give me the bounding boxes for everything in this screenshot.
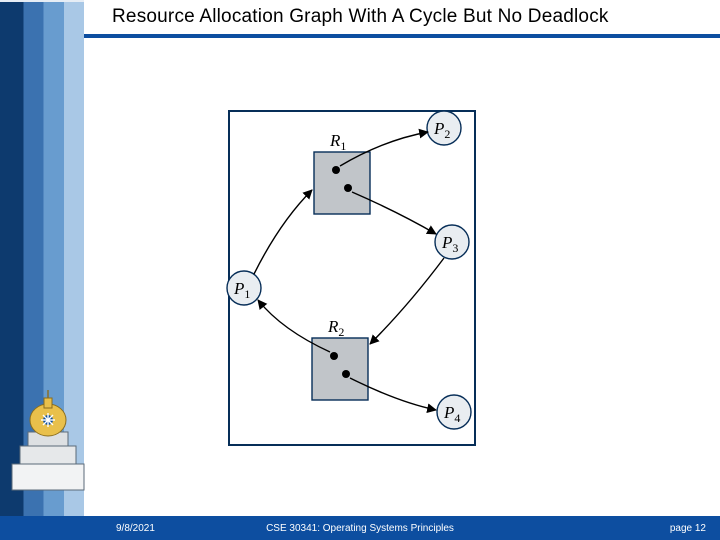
label-P4-sub: 4	[454, 411, 460, 425]
process-P2: P2	[427, 111, 461, 145]
footer-page: page 12	[670, 523, 706, 534]
title-bar: Resource Allocation Graph With A Cycle B…	[84, 0, 720, 38]
label-P3: P	[441, 233, 452, 252]
label-P4: P	[443, 403, 454, 422]
slide-title: Resource Allocation Graph With A Cycle B…	[112, 6, 609, 28]
label-P2-sub: 2	[444, 127, 450, 141]
resource-R2: R2	[312, 317, 368, 400]
label-R2-sub: 2	[338, 325, 344, 339]
label-P1: P	[233, 279, 244, 298]
process-P3: P3	[435, 225, 469, 259]
label-R1-sub: 1	[340, 139, 346, 153]
svg-text:R1: R1	[329, 131, 346, 153]
resource-R1: R1	[314, 131, 370, 214]
edge-P1-to-R1	[254, 190, 312, 274]
label-R1: R	[329, 131, 341, 150]
footer-course: CSE 30341: Operating Systems Principles	[266, 523, 454, 534]
label-R2: R	[327, 317, 339, 336]
footer-bar: 9/8/2021 CSE 30341: Operating Systems Pr…	[0, 516, 720, 540]
label-P2: P	[433, 119, 444, 138]
footer-date: 9/8/2021	[116, 523, 155, 534]
label-P3-sub: 3	[452, 241, 458, 255]
resource-allocation-graph: R1 R2 P1 P2 P3 P4	[84, 42, 720, 496]
process-P4: P4	[437, 395, 471, 429]
dome-logo	[6, 388, 90, 500]
label-P1-sub: 1	[244, 287, 250, 301]
process-P1: P1	[227, 271, 261, 305]
svg-text:R2: R2	[327, 317, 344, 339]
edge-P3-to-R2	[370, 258, 444, 344]
